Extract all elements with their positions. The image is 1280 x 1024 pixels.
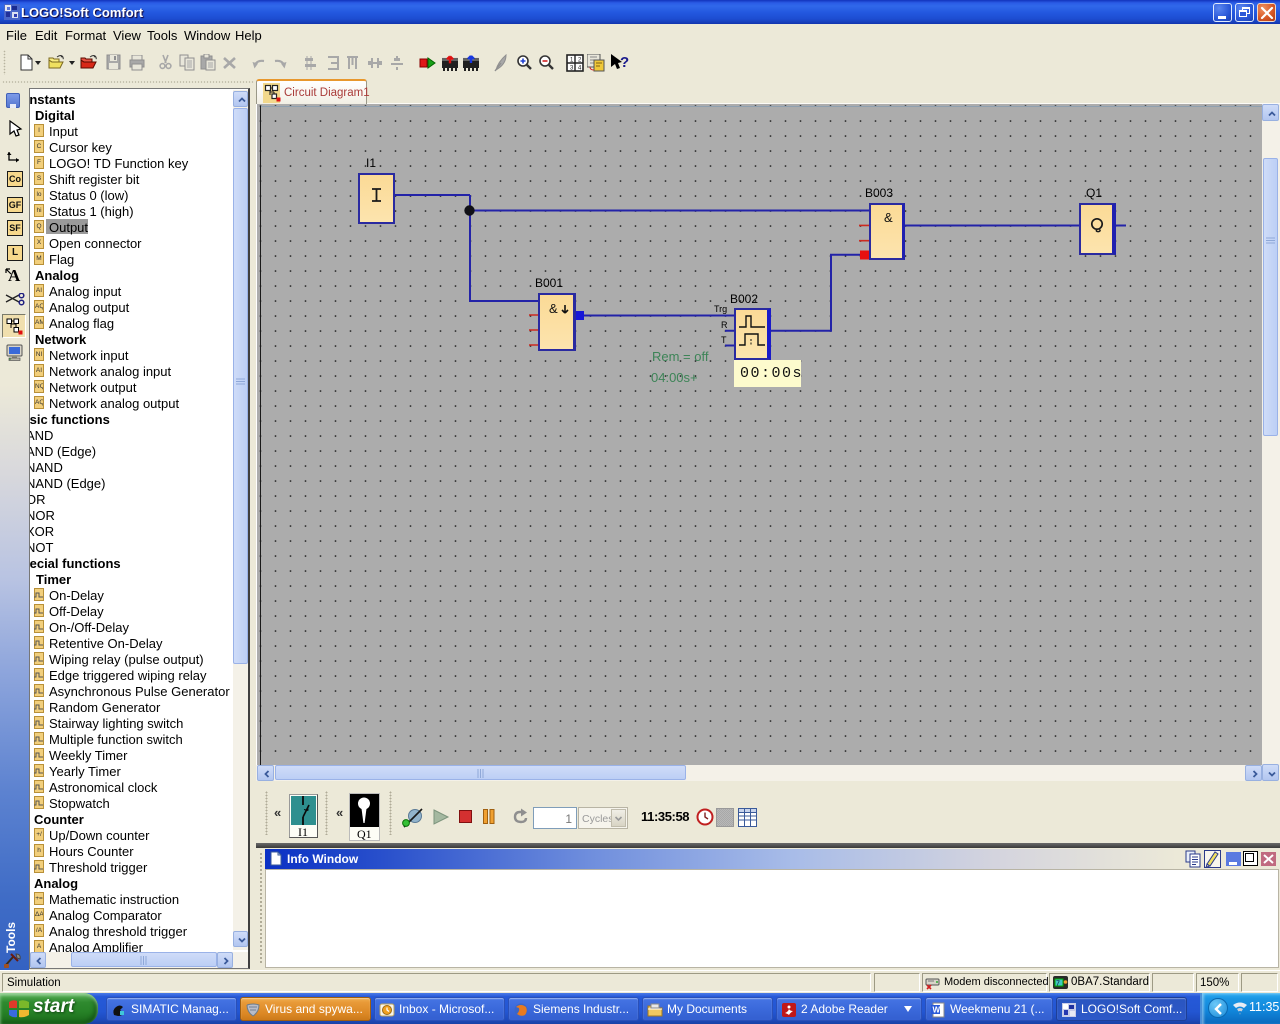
svg-text:7: 7 (1056, 981, 1060, 988)
svg-text:W: W (933, 1006, 941, 1015)
svg-text:?: ? (620, 54, 629, 71)
